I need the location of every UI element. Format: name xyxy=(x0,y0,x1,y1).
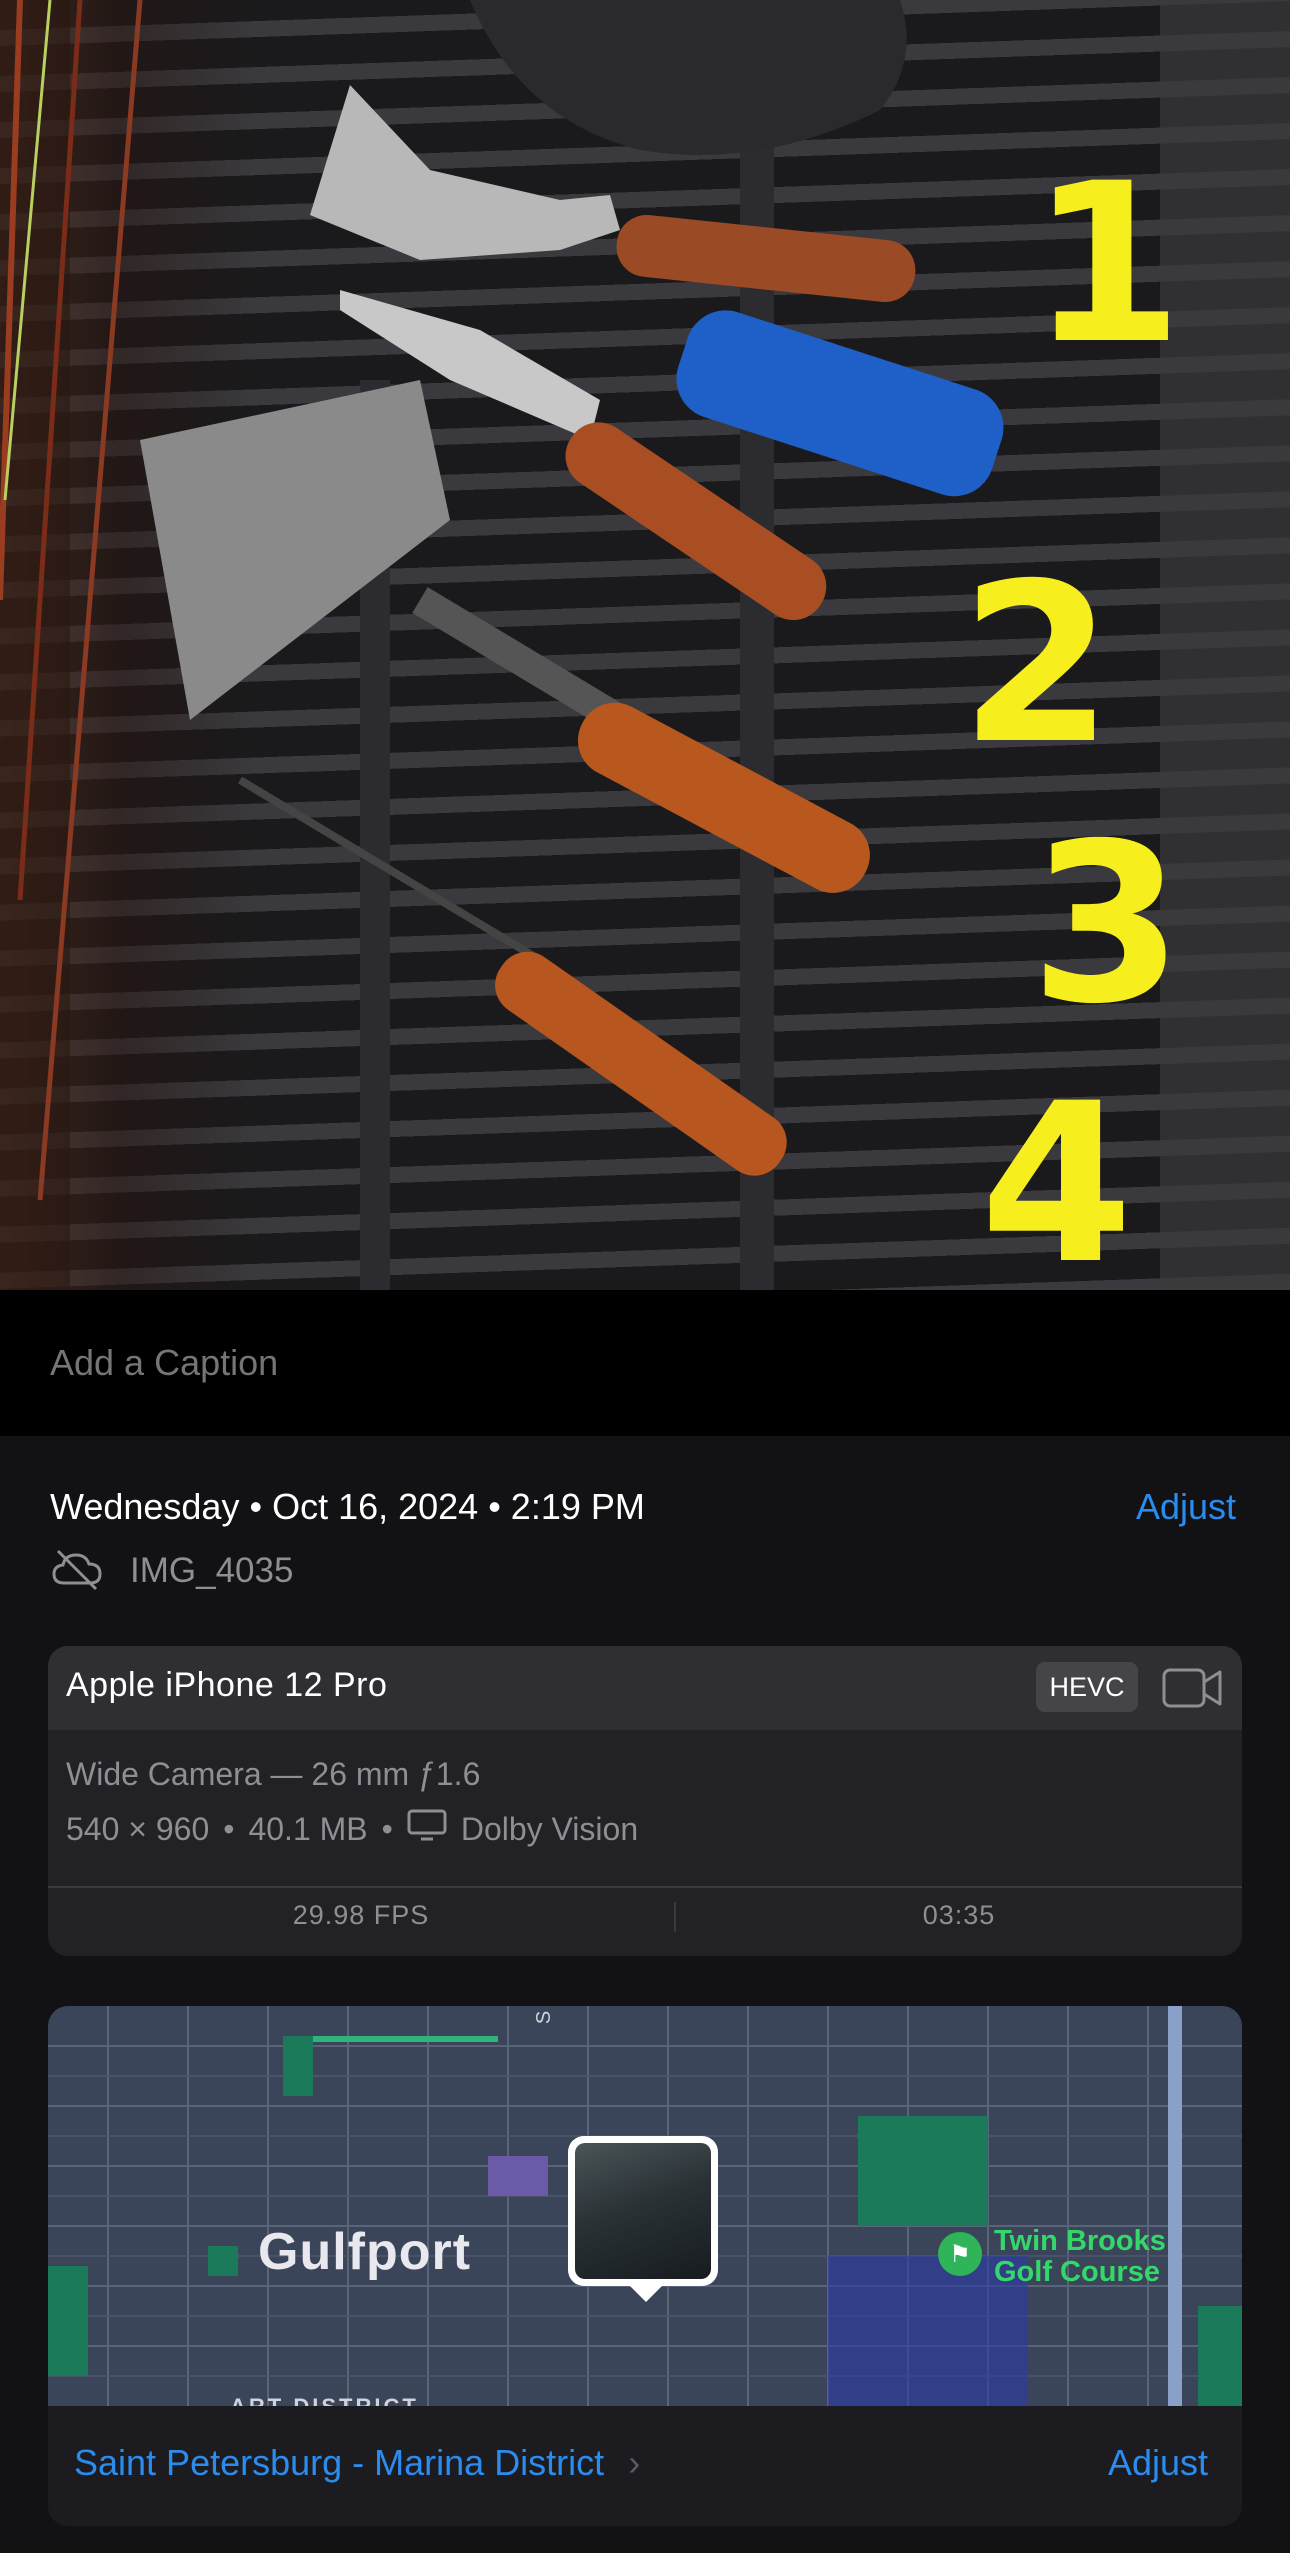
poi-line-1: Twin Brooks xyxy=(994,2225,1166,2257)
pin-pointer xyxy=(628,2284,664,2302)
cloud-off-icon xyxy=(50,1547,104,1596)
location-map[interactable]: S Gulfport ⚑ Twin Brooks Golf Course ART… xyxy=(48,2006,1242,2406)
caption-input[interactable] xyxy=(50,1342,950,1384)
road-label: S xyxy=(533,2010,556,2025)
map-poi-label: Twin Brooks Golf Course xyxy=(994,2226,1166,2288)
date-time-label: Wednesday • Oct 16, 2024 • 2:19 PM xyxy=(50,1486,645,1527)
file-size: 40.1 MB xyxy=(248,1810,368,1847)
map-district-label: ART DISTRICT xyxy=(230,2394,419,2406)
location-name: Saint Petersburg - Marina District xyxy=(74,2442,605,2483)
annotation-1: 1 xyxy=(1030,136,1183,392)
device-name: Apple iPhone 12 Pro xyxy=(66,1666,388,1704)
caption-area xyxy=(0,1290,1290,1436)
photo-content: 1 2 3 4 xyxy=(0,0,1290,1290)
lens-info: Wide Camera — 26 mm ƒ1.6 xyxy=(66,1756,481,1792)
file-name: IMG_4035 xyxy=(130,1551,294,1590)
divider xyxy=(48,1886,1242,1888)
info-panel: Wednesday • Oct 16, 2024 • 2:19 PM Adjus… xyxy=(0,1436,1290,2553)
resolution: 540 × 960 xyxy=(66,1810,210,1847)
annotation-3: 3 xyxy=(1030,796,1183,1052)
separator-dot: • xyxy=(223,1810,235,1847)
video-camera-icon xyxy=(1162,1666,1224,1715)
poi-line-2: Golf Course xyxy=(994,2256,1160,2288)
chevron-right-icon: › xyxy=(628,2442,641,2483)
adjust-location-button[interactable]: Adjust xyxy=(1108,2442,1208,2484)
display-icon xyxy=(407,1808,447,1850)
format-badge: HEVC xyxy=(1036,1662,1138,1712)
specs-row: 540 × 960 • 40.1 MB • Dolby Vision xyxy=(66,1808,638,1850)
map-city-label: Gulfport xyxy=(258,2223,472,2281)
map-card: S Gulfport ⚑ Twin Brooks Golf Course ART… xyxy=(48,2006,1242,2526)
photo-location-pin[interactable] xyxy=(568,2136,718,2286)
frame-rate: 29.98 FPS xyxy=(292,1900,430,1930)
annotation-4: 4 xyxy=(980,1056,1133,1290)
duration: 03:35 xyxy=(922,1900,996,1930)
adjust-date-button[interactable]: Adjust xyxy=(1136,1486,1236,1528)
photo-viewer[interactable]: 1 2 3 4 xyxy=(0,0,1290,1290)
golf-flag-icon: ⚑ xyxy=(938,2232,982,2276)
device-header: Apple iPhone 12 Pro HEVC xyxy=(48,1646,1242,1730)
device-card: Apple iPhone 12 Pro HEVC Wide Camera — 2… xyxy=(48,1646,1242,1956)
hdr-format: Dolby Vision xyxy=(460,1810,639,1847)
annotation-2: 2 xyxy=(960,536,1113,792)
map-footer: Saint Petersburg - Marina District › Adj… xyxy=(48,2406,1242,2526)
pin-thumbnail xyxy=(575,2143,711,2279)
file-row: IMG_4035 xyxy=(50,1546,293,1596)
separator-dot: • xyxy=(381,1810,393,1847)
location-link[interactable]: Saint Petersburg - Marina District › xyxy=(74,2442,640,2484)
